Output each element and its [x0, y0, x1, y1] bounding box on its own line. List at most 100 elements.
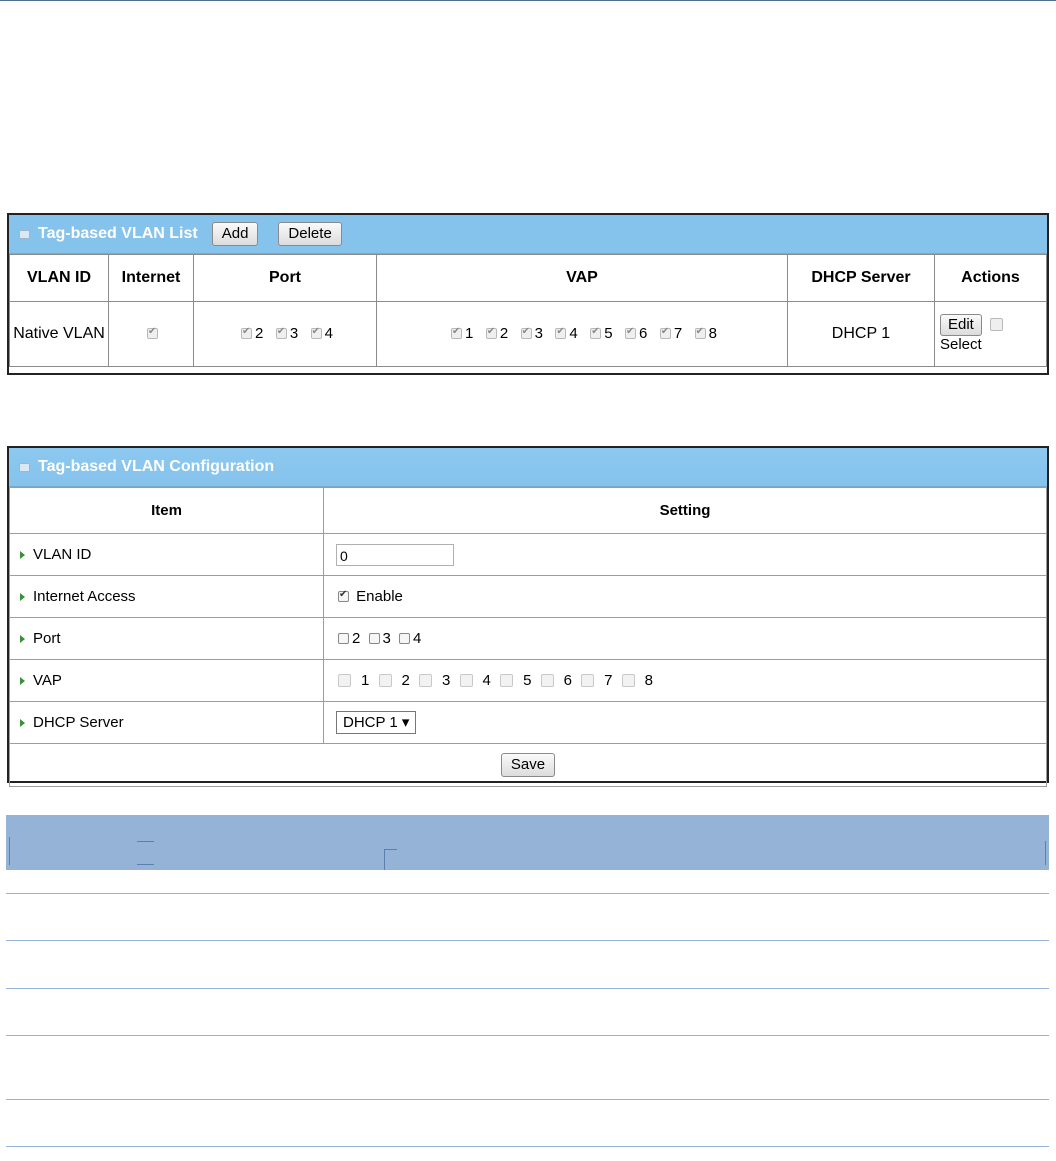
port-checkbox[interactable] — [338, 633, 349, 645]
bullet-arrow-icon — [20, 551, 25, 560]
col-dhcp-server: DHCP Server — [787, 254, 935, 302]
config-header-row: Item Setting — [9, 487, 1047, 534]
internet-label-cell: Internet Access — [9, 575, 324, 618]
port-label: 4 — [324, 325, 333, 343]
vlan-id-label: VLAN ID — [33, 546, 92, 563]
port-checkbox — [310, 326, 322, 340]
vap-label: VAP — [33, 672, 62, 689]
panel-collapse-icon[interactable] — [19, 229, 30, 239]
config-row-vap: VAP 1 2 3 4 5 6 7 8 — [9, 659, 1047, 702]
vap-number: 2 — [401, 672, 410, 690]
vap-checkbox — [625, 326, 637, 340]
vap-label: 2 — [499, 325, 509, 343]
internet-access-label: Internet Access — [33, 588, 136, 605]
table-row — [6, 870, 1049, 894]
col-vap: VAP — [376, 254, 788, 302]
top-border — [0, 0, 1056, 1]
vap-label: 5 — [604, 325, 613, 343]
edit-button[interactable]: Edit — [940, 314, 982, 336]
port-number: 2 — [352, 630, 361, 648]
vap-checkbox[interactable] — [621, 674, 635, 688]
vap-checkbox — [520, 326, 532, 340]
vap-number: 7 — [604, 672, 613, 690]
header-divider — [9, 837, 10, 865]
internet-checkbox — [147, 326, 158, 340]
vlan-list-panel: Tag-based VLAN List Add Delete VLAN ID I… — [7, 213, 1049, 375]
vlan-id-setting: 0 — [323, 533, 1047, 576]
vap-checkbox — [451, 326, 463, 340]
vap-label: 1 — [465, 325, 474, 343]
vap-number: 1 — [361, 672, 370, 690]
row-dhcp: DHCP 1 — [787, 301, 935, 367]
row-internet — [108, 301, 194, 367]
row-vaps: 1 2 3 4 5 6 7 8 — [376, 301, 788, 367]
vap-number: 4 — [482, 672, 491, 690]
vap-number: 5 — [523, 672, 532, 690]
vap-number: 3 — [442, 672, 451, 690]
col-actions: Actions — [934, 254, 1047, 302]
bullet-arrow-icon — [20, 677, 25, 686]
vap-label: 4 — [569, 325, 578, 343]
port-label: 2 — [255, 325, 264, 343]
port-checkbox[interactable] — [399, 633, 411, 645]
port-label: Port — [33, 630, 61, 647]
vlan-list-header-row: VLAN ID Internet Port VAP DHCP Server Ac… — [9, 254, 1047, 302]
dhcp-setting: DHCP 1 ▾ — [323, 701, 1047, 744]
internet-enable-checkbox[interactable] — [338, 589, 349, 603]
vap-checkbox[interactable] — [419, 674, 433, 688]
port-setting: 2 3 4 — [323, 617, 1047, 660]
vap-checkbox[interactable] — [500, 674, 514, 688]
col-internet: Internet — [108, 254, 194, 302]
vlan-list-header: Tag-based VLAN List Add Delete — [9, 215, 1047, 254]
table-row — [6, 941, 1049, 989]
save-cell: Save — [9, 743, 1047, 787]
port-label-cell: Port — [9, 617, 324, 660]
vap-checkbox[interactable] — [459, 674, 473, 688]
table-row — [6, 894, 1049, 941]
config-row-dhcp: DHCP Server DHCP 1 ▾ — [9, 701, 1047, 744]
panel-collapse-icon[interactable] — [19, 462, 30, 472]
delete-button[interactable]: Delete — [278, 222, 342, 246]
vap-checkbox[interactable] — [581, 674, 595, 688]
table-row — [6, 1036, 1049, 1100]
col-port: Port — [193, 254, 377, 302]
internet-enable-label: Enable — [356, 588, 403, 606]
vap-checkbox — [659, 326, 671, 340]
vap-setting: 1 2 3 4 5 6 7 8 — [323, 659, 1047, 702]
config-row-save: Save — [9, 743, 1047, 787]
vap-checkbox[interactable] — [338, 674, 351, 688]
save-button[interactable]: Save — [500, 753, 556, 777]
vlan-id-label-cell: VLAN ID — [9, 533, 324, 576]
dhcp-server-label: DHCP Server — [33, 714, 124, 731]
vap-checkbox[interactable] — [540, 674, 554, 688]
vlan-id-input[interactable]: 0 — [336, 543, 454, 566]
dhcp-server-select[interactable]: DHCP 1 ▾ — [336, 711, 417, 734]
port-checkbox — [275, 326, 287, 340]
vlan-list-title: Tag-based VLAN List — [38, 225, 198, 242]
bullet-arrow-icon — [20, 719, 25, 728]
vlan-config-header: Tag-based VLAN Configuration — [9, 448, 1047, 487]
vlan-config-table: Item Setting VLAN ID 0 Internet Access E… — [9, 487, 1047, 787]
vap-label: 3 — [534, 325, 543, 343]
add-button[interactable]: Add — [211, 222, 259, 246]
vap-checkbox — [694, 326, 706, 340]
table-row — [6, 1100, 1049, 1147]
vap-label-cell: VAP — [9, 659, 324, 702]
select-checkbox[interactable] — [990, 318, 1004, 332]
vap-label: 8 — [708, 325, 717, 343]
description-table-header — [6, 815, 1049, 870]
config-row-internet: Internet Access Enable — [9, 575, 1047, 618]
vap-label: 7 — [673, 325, 683, 343]
bullet-arrow-icon — [20, 635, 25, 644]
vap-checkbox — [590, 326, 602, 340]
config-row-port: Port 2 3 4 — [9, 617, 1047, 660]
row-ports: 2 3 4 — [193, 301, 377, 367]
row-actions: Edit Select — [934, 301, 1047, 367]
port-checkbox[interactable] — [368, 633, 380, 645]
vlan-config-panel: Tag-based VLAN Configuration Item Settin… — [7, 446, 1049, 787]
header-divider — [137, 841, 154, 865]
port-number: 3 — [382, 630, 391, 648]
vap-number: 8 — [644, 672, 653, 690]
table-row: Native VLAN 2 3 4 1 2 3 4 5 6 7 8 DHCP 1 — [9, 301, 1047, 367]
vap-checkbox[interactable] — [378, 674, 392, 688]
